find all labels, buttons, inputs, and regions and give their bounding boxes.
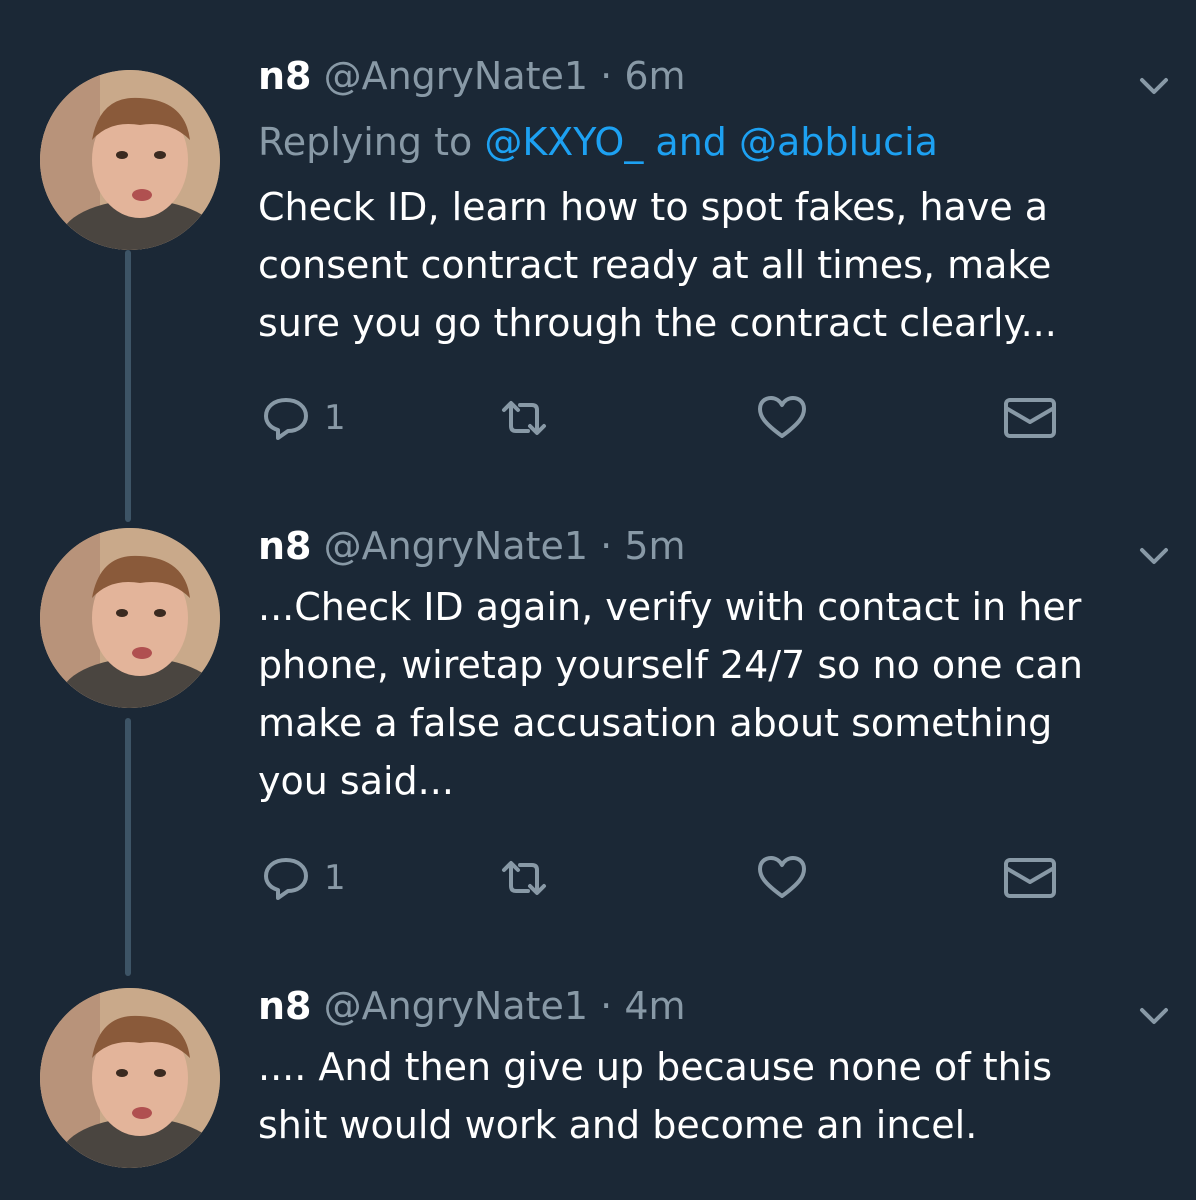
avatar-image	[40, 70, 220, 250]
display-name[interactable]: n8	[258, 524, 312, 568]
tweet-text: .... And then give up because none of th…	[258, 1045, 1053, 1147]
chevron-down-icon[interactable]	[1134, 536, 1174, 576]
replying-to: Replying to @KXYO_ and @abblucia	[258, 118, 938, 166]
avatar[interactable]	[40, 528, 220, 708]
heart-icon	[758, 396, 806, 438]
mention-and[interactable]: and	[655, 120, 727, 164]
separator: ·	[600, 984, 613, 1028]
thread-line	[125, 250, 131, 522]
timestamp[interactable]: 4m	[624, 984, 685, 1028]
reply-count: 1	[324, 398, 346, 438]
reply-icon	[264, 398, 308, 440]
tweet-header: n8 @AngryNate1 · 6m	[258, 52, 686, 100]
envelope-icon	[1004, 858, 1056, 898]
retweet-button[interactable]	[496, 388, 552, 448]
like-button[interactable]	[754, 388, 810, 448]
chevron-down-icon[interactable]	[1134, 996, 1174, 1036]
avatar[interactable]	[40, 70, 220, 250]
display-name[interactable]: n8	[258, 984, 312, 1028]
reply-icon	[264, 858, 308, 900]
tweet-actions: 1	[258, 388, 1078, 448]
reply-button[interactable]: 1	[258, 388, 346, 448]
avatar-image	[40, 528, 220, 708]
retweet-button[interactable]	[496, 848, 552, 908]
retweet-icon	[502, 401, 546, 435]
heart-icon	[758, 856, 806, 898]
envelope-icon	[1004, 398, 1056, 438]
tweet-text: Check ID, learn how to spot fakes, have …	[258, 185, 1057, 345]
thread-line	[125, 718, 131, 976]
tweet-text: ...Check ID again, verify with contact i…	[258, 585, 1083, 803]
dm-button[interactable]	[1002, 388, 1058, 448]
dm-button[interactable]	[1002, 848, 1058, 908]
separator: ·	[600, 54, 613, 98]
avatar-image	[40, 988, 220, 1168]
tweet-header: n8 @AngryNate1 · 4m	[258, 982, 686, 1030]
user-handle[interactable]: @AngryNate1	[324, 524, 588, 568]
user-handle[interactable]: @AngryNate1	[324, 54, 588, 98]
separator: ·	[600, 524, 613, 568]
display-name[interactable]: n8	[258, 54, 312, 98]
reply-count: 1	[324, 858, 346, 898]
chevron-down-icon[interactable]	[1134, 66, 1174, 106]
timestamp[interactable]: 6m	[624, 54, 685, 98]
replying-to-label: Replying to	[258, 120, 473, 164]
avatar[interactable]	[40, 988, 220, 1168]
user-handle[interactable]: @AngryNate1	[324, 984, 588, 1028]
mention-link[interactable]: @abblucia	[739, 120, 938, 164]
retweet-icon	[502, 861, 546, 895]
reply-button[interactable]: 1	[258, 848, 346, 908]
tweet-header: n8 @AngryNate1 · 5m	[258, 522, 686, 570]
timestamp[interactable]: 5m	[624, 524, 685, 568]
mention-link[interactable]: @KXYO_	[484, 120, 643, 164]
like-button[interactable]	[754, 848, 810, 908]
tweet-actions: 1	[258, 848, 1078, 908]
